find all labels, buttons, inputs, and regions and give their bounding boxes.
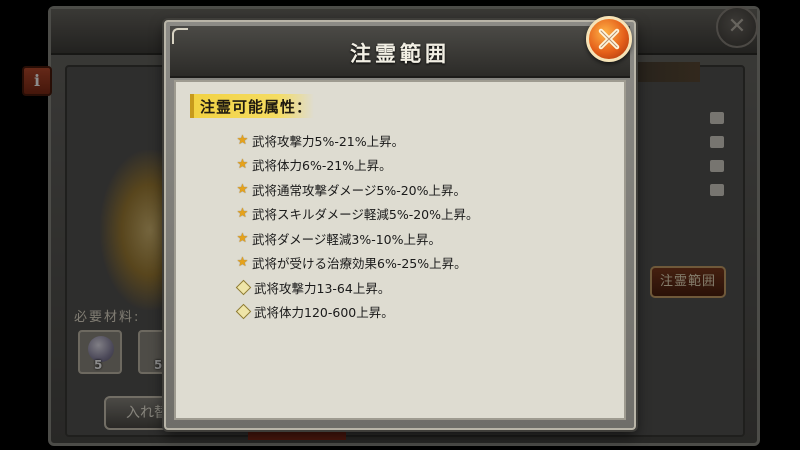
list-item: 武将体力120-600上昇。: [235, 300, 479, 325]
star-icon: ★: [236, 132, 249, 148]
close-icon: [598, 28, 620, 50]
close-button[interactable]: [586, 16, 632, 62]
diamond-icon: [235, 279, 252, 296]
star-icon: ★: [236, 206, 249, 222]
attribute-text: 武将が受ける治療効果6%-25%上昇。: [252, 256, 467, 272]
star-icon: ★: [236, 157, 249, 173]
attribute-text: 武将ダメージ軽減3%-10%上昇。: [252, 231, 441, 247]
list-item: ★ 武将スキルダメージ軽減5%-20%上昇。: [236, 202, 479, 227]
dialog-titlebar: 注霊範囲: [170, 26, 630, 78]
inject-range-dialog: 注霊範囲 注霊可能属性： ★ 武将攻撃力5%-21%上昇。 ★ 武将体力6%-2…: [164, 20, 636, 430]
attribute-text: 武将体力6%-21%上昇。: [252, 158, 392, 174]
list-item: ★ 武将攻撃力5%-21%上昇。: [236, 128, 479, 153]
dialog-title: 注霊範囲: [350, 42, 450, 66]
section-label-text: 注霊可能属性：: [200, 98, 313, 116]
list-item: ★ 武将ダメージ軽減3%-10%上昇。: [236, 226, 479, 251]
list-item: 武将攻撃力13-64上昇。: [235, 275, 479, 300]
corner-ornament: [172, 28, 188, 44]
attribute-text: 武将攻撃力13-64上昇。: [254, 280, 391, 296]
attribute-text: 武将スキルダメージ軽減5%-20%上昇。: [252, 207, 479, 223]
attribute-text: 武将体力120-600上昇。: [254, 305, 394, 321]
star-icon: ★: [236, 255, 249, 271]
list-item: ★ 武将が受ける治療効果6%-25%上昇。: [236, 251, 479, 276]
attribute-text: 武将通常攻撃ダメージ5%-20%上昇。: [252, 182, 466, 198]
section-label: 注霊可能属性：: [190, 94, 314, 118]
list-item: ★ 武将通常攻撃ダメージ5%-20%上昇。: [236, 177, 479, 202]
star-icon: ★: [236, 181, 249, 197]
attribute-text: 武将攻撃力5%-21%上昇。: [252, 133, 405, 149]
list-item: ★ 武将体力6%-21%上昇。: [236, 153, 479, 178]
dialog-content: 注霊可能属性： ★ 武将攻撃力5%-21%上昇。 ★ 武将体力6%-21%上昇。…: [174, 80, 626, 420]
diamond-icon: [235, 303, 252, 320]
star-icon: ★: [236, 230, 249, 246]
attribute-list: ★ 武将攻撃力5%-21%上昇。 ★ 武将体力6%-21%上昇。 ★ 武将通常攻…: [235, 128, 479, 325]
